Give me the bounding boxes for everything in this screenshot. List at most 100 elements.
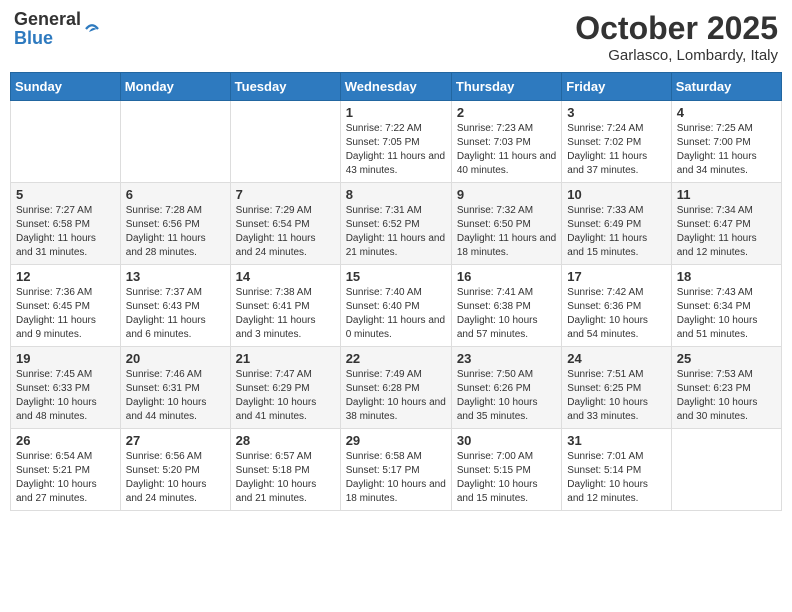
cell-info: Sunrise: 6:56 AMSunset: 5:20 PMDaylight:… (126, 450, 225, 506)
cell-info: Sunrise: 6:58 AMSunset: 5:17 PMDaylight:… (346, 450, 446, 506)
day-number: 29 (346, 433, 446, 448)
calendar-cell: 6Sunrise: 7:28 AMSunset: 6:56 PMDaylight… (120, 183, 230, 265)
day-number: 13 (126, 269, 225, 284)
day-number: 21 (236, 351, 335, 366)
calendar-cell: 10 Sunrise: 7:33 AMSunset: 6:49 PMDayligh… (562, 183, 671, 265)
day-number: 4 (677, 105, 776, 120)
cell-info: Sunrise: 7:24 AMSunset: 7:02 PMDaylight:… (567, 122, 665, 178)
calendar-cell: 27 Sunrise: 6:56 AMSunset: 5:20 PMDayligh… (120, 429, 230, 511)
day-number: 26 (16, 433, 115, 448)
calendar-cell: 7 Sunrise: 7:29 AMSunset: 6:54 PMDaylight… (230, 183, 340, 265)
calendar-cell: 19 Sunrise: 7:45 AMSunset: 6:33 PMDayligh… (11, 347, 121, 429)
calendar-cell: 1 Sunrise: 7:22 AMSunset: 7:05 PMDaylight… (340, 101, 451, 183)
calendar-cell: 4Sunrise: 7:25 AMSunset: 7:00 PMDaylight… (671, 101, 781, 183)
day-number: 23 (457, 351, 556, 366)
day-number: 5 (16, 187, 115, 202)
calendar-cell: 8 Sunrise: 7:31 AMSunset: 6:52 PMDaylight… (340, 183, 451, 265)
logo-blue: Blue (14, 28, 53, 48)
calendar-cell: 24 Sunrise: 7:51 AMSunset: 6:25 PMDayligh… (562, 347, 671, 429)
calendar-cell: 12Sunrise: 7:36 AMSunset: 6:45 PMDayligh… (11, 265, 121, 347)
cell-info: Sunrise: 7:51 AMSunset: 6:25 PMDaylight:… (567, 368, 665, 424)
cell-info: Sunrise: 7:46 AMSunset: 6:31 PMDaylight:… (126, 368, 225, 424)
day-number: 11 (677, 187, 776, 202)
day-number: 15 (346, 269, 446, 284)
calendar-table: SundayMondayTuesdayWednesdayThursdayFrid… (10, 72, 782, 511)
logo-icon (83, 20, 101, 38)
day-number: 6 (126, 187, 225, 202)
month-title: October 2025 (575, 10, 778, 47)
day-number: 19 (16, 351, 115, 366)
cell-info: Sunrise: 7:45 AMSunset: 6:33 PMDaylight:… (16, 368, 115, 424)
day-number: 24 (567, 351, 665, 366)
cell-info: Sunrise: 7:47 AMSunset: 6:29 PMDaylight:… (236, 368, 335, 424)
cell-info: Sunrise: 7:34 AMSunset: 6:47 PMDaylight:… (677, 204, 776, 260)
cell-info: Sunrise: 7:22 AMSunset: 7:05 PMDaylight:… (346, 122, 446, 178)
calendar-cell: 2Sunrise: 7:23 AMSunset: 7:03 PMDaylight… (451, 101, 561, 183)
calendar-cell: 9 Sunrise: 7:32 AMSunset: 6:50 PMDaylight… (451, 183, 561, 265)
day-number: 18 (677, 269, 776, 284)
calendar-cell (120, 101, 230, 183)
cell-info: Sunrise: 7:29 AMSunset: 6:54 PMDaylight:… (236, 204, 335, 260)
calendar-cell: 30 Sunrise: 7:00 AMSunset: 5:15 PMDayligh… (451, 429, 561, 511)
calendar-cell: 18Sunrise: 7:43 AMSunset: 6:34 PMDayligh… (671, 265, 781, 347)
calendar-row: 1 Sunrise: 7:22 AMSunset: 7:05 PMDaylight… (11, 101, 782, 183)
day-number: 22 (346, 351, 446, 366)
calendar-cell: 21 Sunrise: 7:47 AMSunset: 6:29 PMDayligh… (230, 347, 340, 429)
cell-info: Sunrise: 7:49 AMSunset: 6:28 PMDaylight:… (346, 368, 446, 424)
day-number: 1 (346, 105, 446, 120)
calendar-row: 12Sunrise: 7:36 AMSunset: 6:45 PMDayligh… (11, 265, 782, 347)
day-number: 30 (457, 433, 556, 448)
calendar-cell: 17Sunrise: 7:42 AMSunset: 6:36 PMDayligh… (562, 265, 671, 347)
calendar-cell (11, 101, 121, 183)
page-header: General Blue October 2025 Garlasco, Lomb… (10, 10, 782, 64)
cell-info: Sunrise: 7:37 AMSunset: 6:43 PMDaylight:… (126, 286, 225, 342)
day-number: 14 (236, 269, 335, 284)
weekday-header: Friday (562, 73, 671, 101)
day-number: 9 (457, 187, 556, 202)
cell-info: Sunrise: 7:00 AMSunset: 5:15 PMDaylight:… (457, 450, 556, 506)
weekday-header: Saturday (671, 73, 781, 101)
cell-info: Sunrise: 7:41 AMSunset: 6:38 PMDaylight:… (457, 286, 556, 342)
weekday-header: Sunday (11, 73, 121, 101)
cell-info: Sunrise: 7:31 AMSunset: 6:52 PMDaylight:… (346, 204, 446, 260)
cell-info: Sunrise: 7:33 AMSunset: 6:49 PMDaylight:… (567, 204, 665, 260)
calendar-cell: 31 Sunrise: 7:01 AMSunset: 5:14 PMDayligh… (562, 429, 671, 511)
day-number: 8 (346, 187, 446, 202)
weekday-header: Monday (120, 73, 230, 101)
cell-info: Sunrise: 7:36 AMSunset: 6:45 PMDaylight:… (16, 286, 115, 342)
cell-info: Sunrise: 7:27 AMSunset: 6:58 PMDaylight:… (16, 204, 115, 260)
cell-info: Sunrise: 7:40 AMSunset: 6:40 PMDaylight:… (346, 286, 446, 342)
calendar-row: 26Sunrise: 6:54 AMSunset: 5:21 PMDayligh… (11, 429, 782, 511)
day-number: 27 (126, 433, 225, 448)
cell-info: Sunrise: 7:01 AMSunset: 5:14 PMDaylight:… (567, 450, 665, 506)
day-number: 31 (567, 433, 665, 448)
day-number: 25 (677, 351, 776, 366)
calendar-cell: 25Sunrise: 7:53 AMSunset: 6:23 PMDayligh… (671, 347, 781, 429)
calendar-cell: 26Sunrise: 6:54 AMSunset: 5:21 PMDayligh… (11, 429, 121, 511)
location: Garlasco, Lombardy, Italy (575, 47, 778, 64)
calendar-row: 5 Sunrise: 7:27 AMSunset: 6:58 PMDaylight… (11, 183, 782, 265)
logo: General Blue (14, 10, 101, 48)
day-number: 16 (457, 269, 556, 284)
cell-info: Sunrise: 7:23 AMSunset: 7:03 PMDaylight:… (457, 122, 556, 178)
day-number: 7 (236, 187, 335, 202)
day-number: 17 (567, 269, 665, 284)
calendar-cell: 28Sunrise: 6:57 AMSunset: 5:18 PMDayligh… (230, 429, 340, 511)
cell-info: Sunrise: 7:32 AMSunset: 6:50 PMDaylight:… (457, 204, 556, 260)
calendar-cell: 16 Sunrise: 7:41 AMSunset: 6:38 PMDayligh… (451, 265, 561, 347)
cell-info: Sunrise: 6:57 AMSunset: 5:18 PMDaylight:… (236, 450, 335, 506)
weekday-header: Tuesday (230, 73, 340, 101)
calendar-cell: 22 Sunrise: 7:49 AMSunset: 6:28 PMDayligh… (340, 347, 451, 429)
cell-info: Sunrise: 7:38 AMSunset: 6:41 PMDaylight:… (236, 286, 335, 342)
calendar-cell: 23Sunrise: 7:50 AMSunset: 6:26 PMDayligh… (451, 347, 561, 429)
logo-general: General (14, 9, 81, 29)
calendar-cell: 13 Sunrise: 7:37 AMSunset: 6:43 PMDayligh… (120, 265, 230, 347)
calendar-cell: 29 Sunrise: 6:58 AMSunset: 5:17 PMDayligh… (340, 429, 451, 511)
calendar-row: 19 Sunrise: 7:45 AMSunset: 6:33 PMDayligh… (11, 347, 782, 429)
weekday-header: Thursday (451, 73, 561, 101)
title-block: October 2025 Garlasco, Lombardy, Italy (575, 10, 778, 64)
calendar-cell: 3Sunrise: 7:24 AMSunset: 7:02 PMDaylight… (562, 101, 671, 183)
calendar-cell (230, 101, 340, 183)
day-number: 10 (567, 187, 665, 202)
calendar-cell: 11 Sunrise: 7:34 AMSunset: 6:47 PMDayligh… (671, 183, 781, 265)
